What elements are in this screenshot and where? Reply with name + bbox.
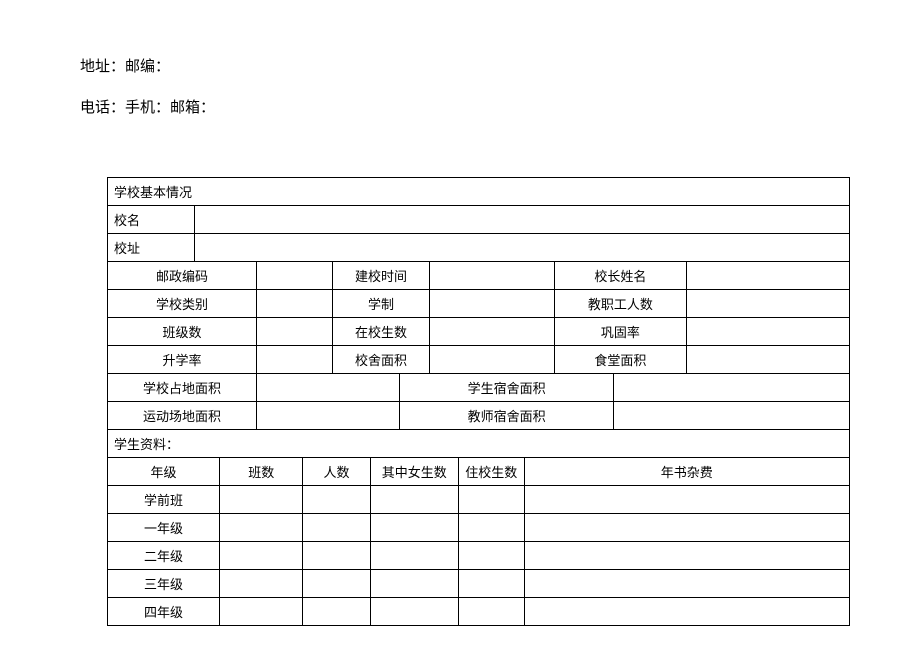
label-category: 学校类别 [108, 290, 257, 318]
header-block: 地址：邮编： 电话：手机：邮箱： [0, 0, 920, 117]
label-staff-count: 教职工人数 [554, 290, 687, 318]
value-edu-system [429, 290, 554, 318]
student-section-title: 学生资料： [108, 430, 850, 458]
label-bldg-area: 校舍面积 [333, 346, 429, 374]
value-school-addr [195, 234, 850, 262]
value-founded [429, 262, 554, 290]
value-land-area [257, 374, 400, 402]
value-staff-count [687, 290, 850, 318]
value-consolid-rate [687, 318, 850, 346]
hdr-classes: 班数 [219, 458, 302, 486]
hdr-people: 人数 [303, 458, 370, 486]
hdr-girls: 其中女生数 [370, 458, 458, 486]
value-school-name [195, 206, 850, 234]
label-school-addr: 校址 [108, 234, 195, 262]
label-land-area: 学校占地面积 [108, 374, 257, 402]
label-edu-system: 学制 [333, 290, 429, 318]
value-promo-rate [257, 346, 333, 374]
label-principal: 校长姓名 [554, 262, 687, 290]
table-row: 二年级 [108, 542, 850, 570]
table-row: 一年级 [108, 514, 850, 542]
value-category [257, 290, 333, 318]
value-teacher-dorm [613, 402, 849, 430]
label-dorm-area: 学生宿舍面积 [400, 374, 613, 402]
grade-label: 一年级 [108, 514, 220, 542]
label-field-area: 运动场地面积 [108, 402, 257, 430]
label-postal: 邮政编码 [108, 262, 257, 290]
grade-label: 四年级 [108, 598, 220, 626]
grade-label: 三年级 [108, 570, 220, 598]
header-line-1: 地址：邮编： [80, 55, 920, 76]
table-row: 四年级 [108, 598, 850, 626]
section-title: 学校基本情况 [108, 178, 850, 206]
label-teacher-dorm: 教师宿舍面积 [400, 402, 613, 430]
hdr-grade: 年级 [108, 458, 220, 486]
table-row: 学前班 [108, 486, 850, 514]
hdr-boarders: 住校生数 [458, 458, 524, 486]
grade-label: 二年级 [108, 542, 220, 570]
value-field-area [257, 402, 400, 430]
value-postal [257, 262, 333, 290]
table-row: 三年级 [108, 570, 850, 598]
value-dorm-area [613, 374, 849, 402]
label-school-name: 校名 [108, 206, 195, 234]
value-principal [687, 262, 850, 290]
label-consolid-rate: 巩固率 [554, 318, 687, 346]
label-canteen-area: 食堂面积 [554, 346, 687, 374]
hdr-fee: 年书杂费 [524, 458, 849, 486]
label-class-count: 班级数 [108, 318, 257, 346]
value-bldg-area [429, 346, 554, 374]
value-canteen-area [687, 346, 850, 374]
label-promo-rate: 升学率 [108, 346, 257, 374]
value-student-count [429, 318, 554, 346]
label-founded: 建校时间 [333, 262, 429, 290]
header-line-2: 电话：手机：邮箱： [80, 96, 920, 117]
form-table-wrap: 学校基本情况 校名 校址 邮政编码 建校时间 校长姓名 学校类别 学制 教职工人… [0, 137, 920, 626]
school-info-table: 学校基本情况 校名 校址 邮政编码 建校时间 校长姓名 学校类别 学制 教职工人… [107, 177, 850, 626]
grade-label: 学前班 [108, 486, 220, 514]
label-student-count: 在校生数 [333, 318, 429, 346]
value-class-count [257, 318, 333, 346]
